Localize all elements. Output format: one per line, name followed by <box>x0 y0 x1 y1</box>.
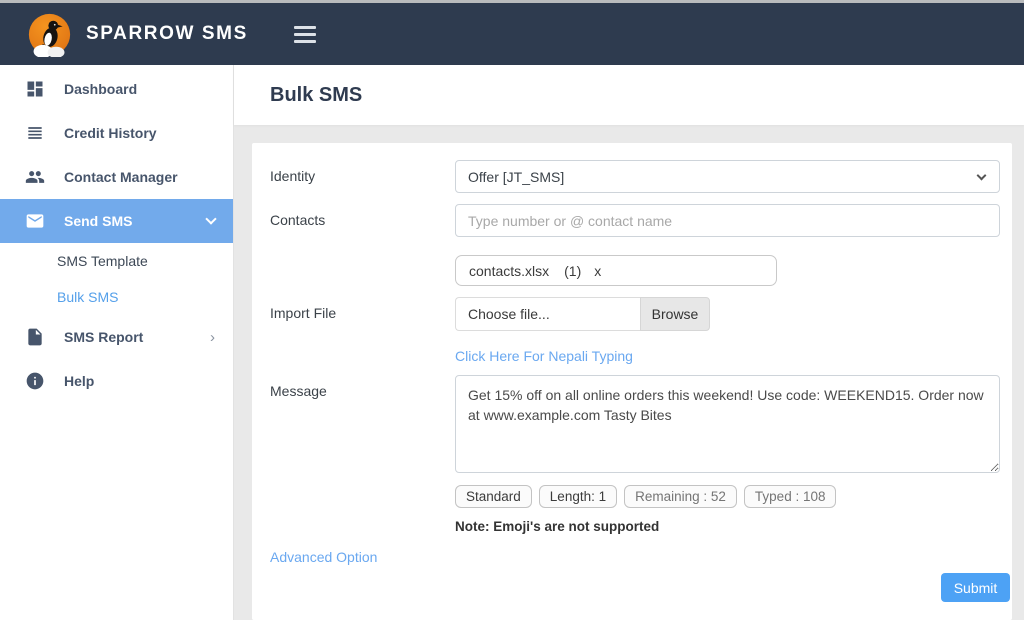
choose-file-field[interactable]: Choose file... <box>455 297 640 331</box>
hamburger-menu-icon[interactable] <box>290 22 320 47</box>
sidebar-item-label: Dashboard <box>64 81 137 97</box>
sidebar-item-label: Send SMS <box>64 213 132 229</box>
info-icon <box>25 371 47 391</box>
remaining-badge: Remaining : 52 <box>624 485 737 508</box>
emoji-note: Note: Emoji's are not supported <box>455 519 1012 534</box>
brand-title: SPARROW SMS <box>86 23 248 45</box>
message-label: Message <box>252 375 455 478</box>
nepali-typing-link[interactable]: Click Here For Nepali Typing <box>455 348 633 364</box>
contacts-input[interactable] <box>455 204 1000 237</box>
envelope-icon <box>25 211 47 231</box>
browse-button[interactable]: Browse <box>640 297 710 331</box>
chevron-down-icon <box>205 213 216 224</box>
sidebar-item-sms-template[interactable]: SMS Template <box>0 243 233 279</box>
sidebar-item-label: Help <box>64 373 94 389</box>
import-file-row: Import File Choose file... Browse <box>252 297 1012 331</box>
file-upload-control: Choose file... Browse <box>455 297 710 331</box>
chevron-right-icon: › <box>210 329 215 346</box>
credit-history-icon <box>25 123 47 143</box>
identity-select[interactable]: Offer [JT_SMS] <box>455 160 1000 193</box>
contact-manager-icon <box>25 167 47 187</box>
sidebar-item-label: SMS Template <box>57 253 148 269</box>
message-row: Message Get 15% off on all online orders… <box>252 375 1012 478</box>
chevron-down-icon <box>977 171 987 181</box>
sidebar-item-label: Contact Manager <box>64 169 178 185</box>
attached-file-chip: contacts.xlsx (1) x <box>455 255 777 286</box>
sidebar-item-send-sms[interactable]: Send SMS <box>0 199 233 243</box>
remove-file-icon[interactable]: x <box>594 263 601 279</box>
page-title-bar: Bulk SMS <box>234 65 1024 125</box>
submit-button[interactable]: Submit <box>941 573 1010 602</box>
identity-row: Identity Offer [JT_SMS] <box>252 160 1012 193</box>
sidebar-item-bulk-sms[interactable]: Bulk SMS <box>0 279 233 315</box>
attached-file-count: (1) <box>564 263 581 279</box>
identity-label: Identity <box>252 160 455 193</box>
attached-file-name: contacts.xlsx <box>469 263 549 279</box>
sidebar-item-label: Credit History <box>64 125 157 141</box>
page-title: Bulk SMS <box>270 84 362 107</box>
identity-selected-value: Offer [JT_SMS] <box>468 169 564 185</box>
message-counters: Standard Length: 1 Remaining : 52 Typed … <box>455 485 1012 508</box>
app-header: SPARROW SMS <box>0 3 1024 65</box>
attached-file-row: contacts.xlsx (1) x <box>455 255 1012 286</box>
contacts-row: Contacts <box>252 204 1012 237</box>
typed-badge: Typed : 108 <box>744 485 837 508</box>
import-file-label: Import File <box>252 297 455 331</box>
length-badge: Length: 1 <box>539 485 617 508</box>
encoding-badge: Standard <box>455 485 532 508</box>
dashboard-icon <box>25 79 47 99</box>
sidebar: Dashboard Credit History Contact Manager… <box>0 65 234 620</box>
sidebar-item-sms-report[interactable]: SMS Report › <box>0 315 233 359</box>
sidebar-item-label: Bulk SMS <box>57 289 118 305</box>
contacts-label: Contacts <box>252 204 455 237</box>
sidebar-item-label: SMS Report <box>64 329 143 345</box>
sidebar-item-credit-history[interactable]: Credit History <box>0 111 233 155</box>
sidebar-item-dashboard[interactable]: Dashboard <box>0 67 233 111</box>
sparrow-logo-icon <box>27 12 72 57</box>
bulk-sms-form-card: Identity Offer [JT_SMS] Contacts contact… <box>252 143 1012 620</box>
file-icon <box>25 327 47 347</box>
sidebar-item-contact-manager[interactable]: Contact Manager <box>0 155 233 199</box>
sidebar-item-help[interactable]: Help <box>0 359 233 403</box>
advanced-option-link[interactable]: Advanced Option <box>270 549 377 565</box>
message-textarea[interactable]: Get 15% off on all online orders this we… <box>455 375 1000 473</box>
